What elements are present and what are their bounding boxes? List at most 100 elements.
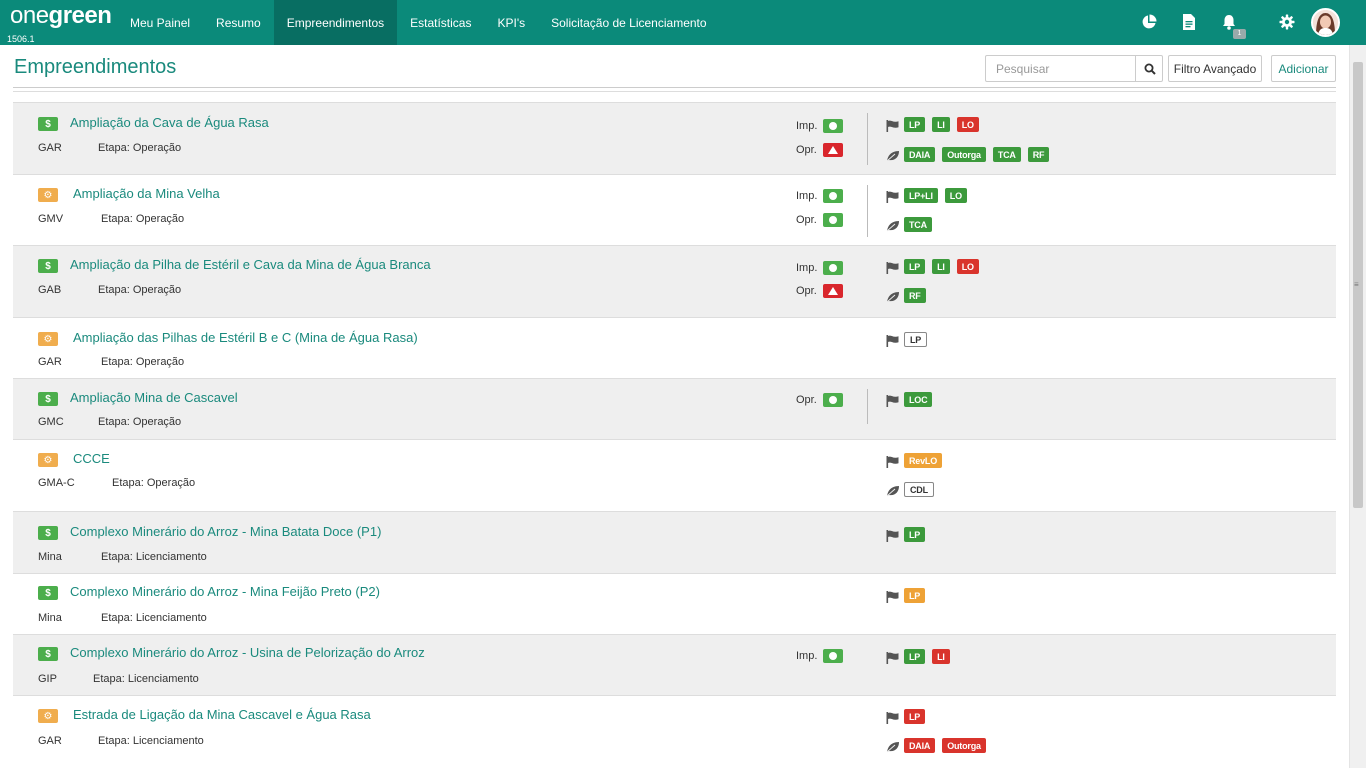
search-input[interactable] xyxy=(986,56,1134,81)
operation-status-indicator xyxy=(823,284,843,298)
environmental-tags: RF xyxy=(904,288,926,303)
project-code: GAR xyxy=(38,735,62,747)
top-navbar: onegreen 1506.1 Meu Painel Resumo Empreend… xyxy=(0,0,1366,45)
dollar-category-icon: $ xyxy=(38,259,58,273)
flag-icon xyxy=(886,529,900,542)
nav-item-meu-painel[interactable]: Meu Painel xyxy=(117,0,203,45)
project-name-link[interactable]: Estrada de Ligação da Mina Cascavel e Ág… xyxy=(73,707,371,722)
license-tags: LP xyxy=(904,709,926,724)
project-name-link[interactable]: Complexo Minerário do Arroz - Mina Feijã… xyxy=(70,584,380,599)
project-name-link[interactable]: Ampliação das Pilhas de Estéril B e C (M… xyxy=(73,330,418,345)
license-badge[interactable]: RevLO xyxy=(904,453,943,468)
project-row[interactable]: $ Ampliação da Pilha de Estéril e Cava da… xyxy=(13,245,1336,317)
license-tags: RevLO xyxy=(904,453,943,468)
implementation-label: Imp. xyxy=(796,262,818,274)
environmental-tags: TCA xyxy=(904,217,932,232)
license-badge[interactable]: LP+LI xyxy=(904,188,938,203)
project-name-link[interactable]: Complexo Minerário do Arroz - Mina Batat… xyxy=(70,524,381,539)
project-name-link[interactable]: Ampliação Mina de Cascavel xyxy=(70,390,238,405)
page-scrollbar[interactable]: ≡ xyxy=(1349,45,1366,768)
environmental-badge[interactable]: DAIA xyxy=(904,738,936,753)
environmental-badge[interactable]: DAIA xyxy=(904,147,936,162)
project-code: GAB xyxy=(38,284,62,296)
nav-item-estat-sticas[interactable]: Estatísticas xyxy=(397,0,484,45)
project-name-link[interactable]: Complexo Minerário do Arroz - Usina de P… xyxy=(70,645,425,660)
add-button[interactable]: Adicionar xyxy=(1271,55,1336,82)
project-code: GAR xyxy=(38,356,62,368)
flag-icon xyxy=(886,394,900,407)
environmental-badge[interactable]: TCA xyxy=(992,147,1021,162)
nav-item-kpi-s[interactable]: KPI's xyxy=(484,0,538,45)
license-badge[interactable]: LI xyxy=(932,259,950,274)
dollar-category-icon: $ xyxy=(38,117,58,131)
license-badge[interactable]: LO xyxy=(956,259,979,274)
environmental-badge[interactable]: RF xyxy=(1027,147,1050,162)
environmental-badge[interactable]: Outorga xyxy=(942,738,986,753)
implementation-status-indicator xyxy=(823,261,843,275)
project-row[interactable]: $ Ampliação Mina de Cascavel GMC Etapa: Ope… xyxy=(13,378,1336,439)
project-stage: Etapa: Operação xyxy=(98,416,182,428)
onegreen-logo[interactable]: onegreen xyxy=(10,2,112,30)
license-badge[interactable]: LI xyxy=(932,117,950,132)
project-row[interactable]: ⚙ Ampliação das Pilhas de Estéril B e C (… xyxy=(13,317,1336,378)
license-badge[interactable]: LP xyxy=(904,117,926,132)
license-badge[interactable]: LOC xyxy=(904,392,933,407)
flag-icon xyxy=(886,190,900,203)
nav-item-solicita-o-de-licenciamento[interactable]: Solicitação de Licenciamento xyxy=(538,0,719,45)
license-badge[interactable]: LP xyxy=(904,588,926,603)
project-stage: Etapa: Licenciamento xyxy=(98,735,204,747)
project-row[interactable]: $ Complexo Minerário do Arroz - Mina Bata… xyxy=(13,511,1336,573)
license-badge[interactable]: LP xyxy=(904,527,926,542)
operation-label: Opr. xyxy=(796,214,817,226)
project-row[interactable]: ⚙ Estrada de Ligação da Mina Cascavel e Á… xyxy=(13,695,1336,767)
environmental-badge[interactable]: RF xyxy=(904,288,926,303)
gear-icon[interactable] xyxy=(1277,12,1297,32)
license-tags: LP xyxy=(904,332,928,347)
environmental-badge[interactable]: CDL xyxy=(904,482,934,497)
project-name-link[interactable]: Ampliação da Cava de Água Rasa xyxy=(70,115,269,130)
license-badge[interactable]: LO xyxy=(956,117,979,132)
environmental-badge[interactable]: Outorga xyxy=(942,147,986,162)
project-code: Mina xyxy=(38,551,62,563)
page-title: Empreendimentos xyxy=(14,56,177,78)
license-badge[interactable]: LP xyxy=(904,332,928,347)
license-badge[interactable]: LO xyxy=(944,188,967,203)
license-badge[interactable]: LP xyxy=(904,649,926,664)
license-badge[interactable]: LI xyxy=(932,649,950,664)
project-row[interactable]: $ Complexo Minerário do Arroz - Usina de … xyxy=(13,634,1336,695)
project-stage: Etapa: Operação xyxy=(98,142,182,154)
pie-chart-icon[interactable] xyxy=(1139,12,1159,32)
project-name-link[interactable]: Ampliação da Mina Velha xyxy=(73,186,220,201)
gear-category-icon: ⚙ xyxy=(38,453,58,467)
license-tags: LP xyxy=(904,527,926,542)
environmental-badge[interactable]: TCA xyxy=(904,217,932,232)
search-button[interactable] xyxy=(1135,56,1163,81)
gear-category-icon: ⚙ xyxy=(38,188,58,202)
document-icon[interactable] xyxy=(1179,12,1199,32)
project-row[interactable]: $ Ampliação da Cava de Água Rasa GAR Etapa:… xyxy=(13,102,1336,174)
implementation-label: Imp. xyxy=(796,120,818,132)
nav-item-resumo[interactable]: Resumo xyxy=(203,0,274,45)
scrollbar-grip-icon: ≡ xyxy=(1354,280,1359,289)
implementation-status-indicator xyxy=(823,189,843,203)
main-nav: Meu Painel Resumo Empreendimentos Estatísti… xyxy=(117,0,720,45)
implementation-status-indicator xyxy=(823,649,843,663)
project-stage: Etapa: Operação xyxy=(112,477,196,489)
flag-icon xyxy=(886,334,900,347)
project-row[interactable]: ⚙ Ampliação da Mina Velha GMV Etapa: Operaç… xyxy=(13,174,1336,245)
project-row[interactable]: ⚙ CCCE GMA-C Etapa: Operação RevLO CDL xyxy=(13,439,1336,511)
advanced-filter-button[interactable]: Filtro Avançado xyxy=(1168,55,1262,82)
project-name-link[interactable]: Ampliação da Pilha de Estéril e Cava da … xyxy=(70,257,431,272)
dollar-category-icon: $ xyxy=(38,586,58,600)
license-badge[interactable]: LP xyxy=(904,709,926,724)
gear-category-icon: ⚙ xyxy=(38,332,58,346)
nav-item-empreendimentos[interactable]: Empreendimentos xyxy=(273,0,398,45)
leaf-icon xyxy=(886,484,900,497)
license-badge[interactable]: LP xyxy=(904,259,926,274)
search-icon xyxy=(1144,63,1156,75)
user-avatar[interactable] xyxy=(1311,8,1340,37)
project-code: GMA-C xyxy=(38,477,75,489)
project-stage: Etapa: Licenciamento xyxy=(93,673,199,685)
project-row[interactable]: $ Complexo Minerário do Arroz - Mina Feij… xyxy=(13,573,1336,634)
project-name-link[interactable]: CCCE xyxy=(73,451,110,466)
